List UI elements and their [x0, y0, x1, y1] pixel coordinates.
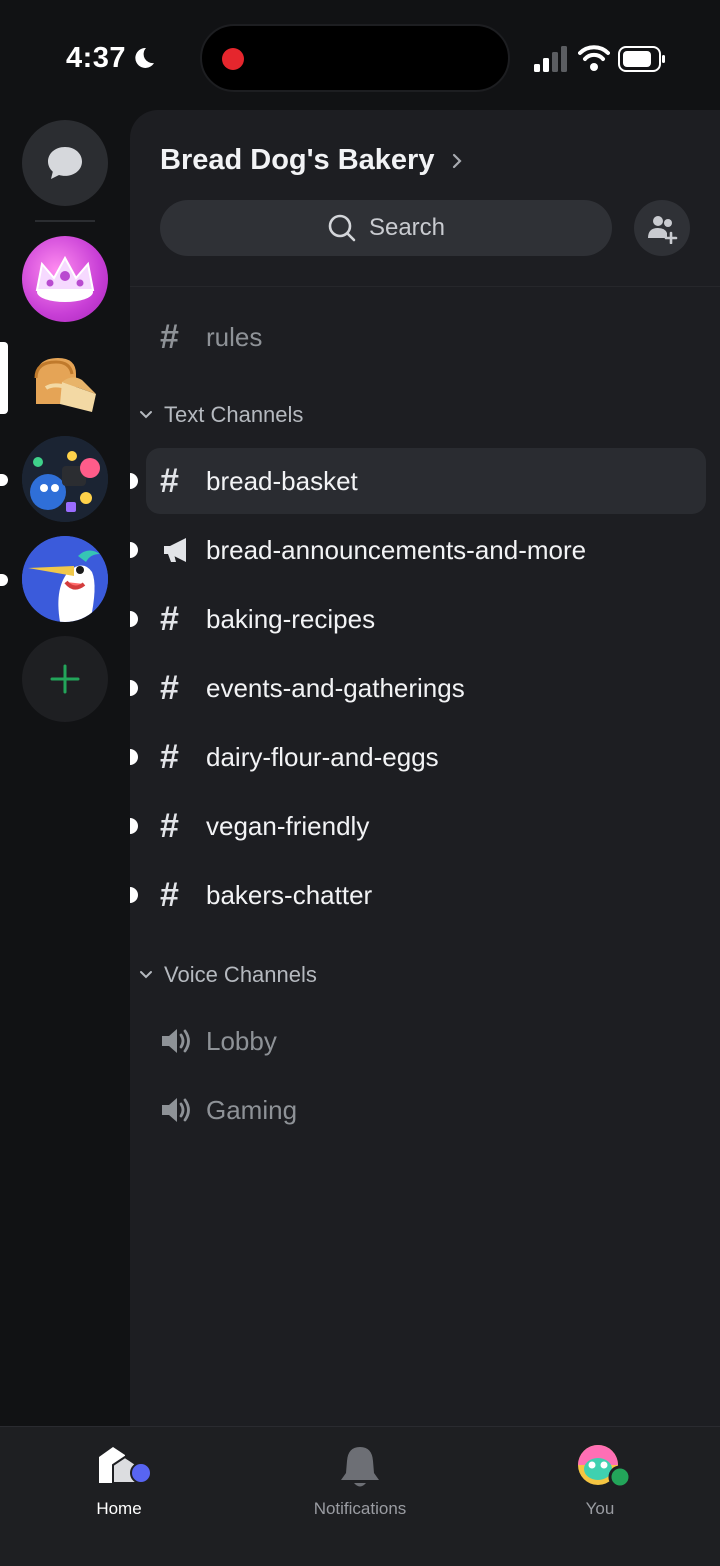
- voice-channel-gaming[interactable]: Gaming: [146, 1077, 706, 1143]
- cellular-signal-icon: [534, 46, 567, 72]
- server-party[interactable]: [22, 436, 108, 522]
- server-name: Bread Dog's Bakery: [160, 144, 435, 176]
- category-label: Voice Channels: [164, 962, 317, 987]
- channel-dairy-flour-and-eggs[interactable]: # dairy-flour-and-eggs: [130, 724, 706, 790]
- chevron-down-icon: [140, 411, 152, 419]
- home-servers-icon: [95, 1443, 152, 1491]
- chevron-down-icon: [140, 971, 152, 979]
- megaphone-icon: [164, 538, 186, 562]
- rail-divider: [35, 220, 95, 222]
- direct-messages-button[interactable]: [22, 120, 108, 206]
- search-icon: [328, 214, 356, 242]
- unread-indicator: [130, 473, 138, 489]
- speaker-icon: [162, 1029, 190, 1053]
- chevron-right-icon: [453, 153, 463, 168]
- channel-label: vegan-friendly: [206, 810, 370, 841]
- channel-bread-basket[interactable]: # bread-basket: [130, 448, 706, 514]
- nav-you-label: You: [585, 1499, 615, 1518]
- hash-icon: #: [160, 738, 179, 776]
- server-crown[interactable]: [22, 236, 108, 322]
- unread-indicator: [130, 818, 138, 834]
- channel-label: bakers-chatter: [206, 879, 373, 910]
- server-bread-dogs-bakery[interactable]: [22, 338, 108, 424]
- add-server-button[interactable]: [22, 636, 108, 722]
- channel-bakers-chatter[interactable]: # bakers-chatter: [130, 862, 706, 928]
- channel-label: rules: [206, 321, 263, 352]
- crown-icon: [35, 255, 95, 302]
- avatar: [576, 1443, 632, 1491]
- server-header[interactable]: Bread Dog's Bakery: [160, 144, 464, 177]
- bottom-navigation: Home Notifications You: [0, 1426, 720, 1566]
- unread-indicator: [130, 542, 138, 558]
- status-time: 4:37: [66, 42, 127, 74]
- status-bar: 4:37: [0, 0, 720, 110]
- hash-icon: #: [160, 876, 179, 914]
- hash-icon: #: [160, 807, 179, 845]
- channel-bread-announcements-and-more[interactable]: bread-announcements-and-more: [130, 517, 706, 583]
- battery-icon: [618, 46, 665, 72]
- invite-members-button[interactable]: [634, 200, 690, 256]
- category-voice-channels[interactable]: Voice Channels: [138, 962, 317, 988]
- channel-rules[interactable]: # rules: [146, 304, 706, 370]
- channel-vegan-friendly[interactable]: # vegan-friendly: [130, 793, 706, 859]
- category-text-channels[interactable]: Text Channels: [138, 402, 303, 428]
- server-bird[interactable]: [22, 536, 108, 622]
- hash-icon: #: [160, 600, 179, 638]
- search-button[interactable]: Search: [160, 200, 612, 256]
- header-divider: [130, 286, 720, 287]
- channel-events-and-gatherings[interactable]: # events-and-gatherings: [130, 655, 706, 721]
- unread-indicator: [130, 611, 138, 627]
- channel-label: bread-announcements-and-more: [206, 534, 587, 565]
- wifi-icon: [578, 45, 610, 71]
- selected-server-indicator: [0, 342, 8, 414]
- channel-label: baking-recipes: [206, 603, 376, 634]
- server-unread-indicator: [0, 574, 8, 586]
- channel-label: bread-basket: [206, 465, 358, 496]
- search-label: Search: [368, 214, 446, 241]
- category-label: Text Channels: [164, 402, 304, 427]
- bird-mascot-icon: [22, 536, 108, 622]
- unread-indicator: [130, 680, 138, 696]
- voice-channel-lobby[interactable]: Lobby: [146, 1008, 706, 1074]
- channel-label: dairy-flour-and-eggs: [206, 741, 439, 772]
- recording-indicator-icon: [222, 48, 244, 70]
- bell-icon: [336, 1443, 384, 1491]
- channel-label: Lobby: [206, 1025, 277, 1056]
- server-unread-indicator: [0, 474, 8, 486]
- nav-home-label: Home: [96, 1499, 142, 1518]
- nav-notifications-label: Notifications: [313, 1499, 407, 1518]
- nav-notifications[interactable]: Notifications: [280, 1443, 440, 1519]
- nav-home[interactable]: Home: [39, 1443, 199, 1519]
- dynamic-island: [200, 24, 510, 92]
- plus-icon: [50, 664, 80, 694]
- speaker-icon: [162, 1098, 190, 1122]
- party-characters-icon: [22, 436, 108, 522]
- chat-bubble-icon: [48, 147, 82, 179]
- channel-panel: Bread Dog's Bakery Search # rules Text C…: [130, 110, 720, 1426]
- hash-icon: #: [160, 669, 179, 707]
- bread-loaf-icon: [34, 358, 96, 412]
- channel-label: events-and-gatherings: [206, 672, 465, 703]
- unread-indicator: [130, 749, 138, 765]
- channel-baking-recipes[interactable]: # baking-recipes: [130, 586, 706, 652]
- hash-icon: #: [160, 462, 179, 500]
- add-member-icon: [648, 216, 678, 244]
- unread-indicator: [130, 887, 138, 903]
- moon-icon: [135, 47, 154, 68]
- nav-you[interactable]: You: [520, 1443, 680, 1519]
- hash-icon: #: [160, 318, 179, 356]
- channel-label: Gaming: [206, 1094, 298, 1125]
- server-rail: [0, 110, 130, 1426]
